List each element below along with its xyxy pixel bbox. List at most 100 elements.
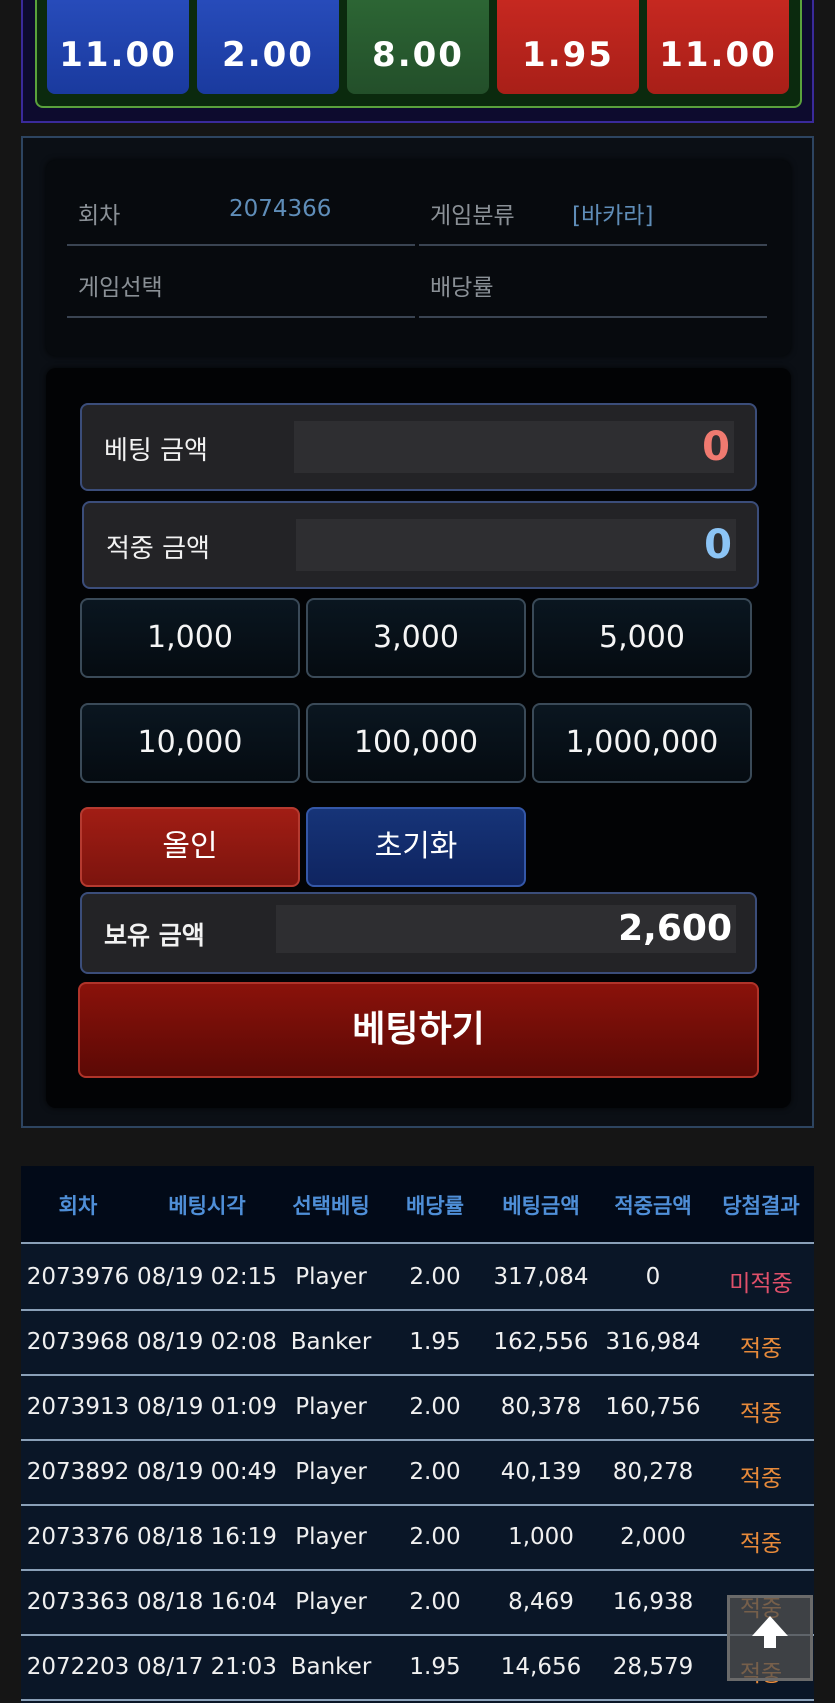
round-label: 회차	[78, 203, 121, 229]
category-value: [바카라]	[572, 203, 654, 229]
cell-rate: 2.00	[409, 1394, 461, 1420]
cell-win-amount: 80,278	[612, 1459, 694, 1485]
chip-button-1000[interactable]: 1,000	[80, 598, 300, 678]
odds-button-banker-pair[interactable]: 11.00	[647, 0, 789, 94]
bet-form: 베팅 금액 0 적중 금액 0 1,000 3,000 5,000 10,000…	[46, 368, 791, 1108]
cell-result: 적중	[739, 1466, 783, 1492]
cell-selection: Banker	[290, 1329, 372, 1355]
cell-bet-time: 08/17 21:03	[137, 1654, 277, 1680]
bet-amount-label: 베팅 금액	[104, 436, 208, 466]
cell-result: 미적중	[729, 1271, 793, 1297]
cell-selection: Banker	[290, 1654, 372, 1680]
round-cell: 회차 2074366	[67, 174, 415, 246]
selection-cell: 게임선택	[67, 246, 415, 318]
arrow-up-icon	[752, 1616, 788, 1648]
reset-button[interactable]: 초기화	[306, 807, 526, 887]
cell-win-amount: 16,938	[612, 1589, 694, 1615]
cell-bet-time: 08/19 02:15	[137, 1264, 277, 1290]
cell-bet-time: 08/18 16:19	[137, 1524, 277, 1550]
odds-button-tie[interactable]: 8.00	[347, 0, 489, 94]
cell-bet-amount: 317,084	[493, 1264, 589, 1290]
cell-rate: 1.95	[409, 1329, 461, 1355]
header-selection: 선택베팅	[292, 1194, 370, 1218]
cell-bet-time: 08/18 16:04	[137, 1589, 277, 1615]
bet-history-table: 회차 베팅시각 선택베팅 배당률 베팅금액 적중금액 당첨결과 2073976 0…	[21, 1166, 814, 1703]
cell-bet-amount: 80,378	[500, 1394, 582, 1420]
table-row: 2073913 08/19 01:09 Player 2.00 80,378 160,75…	[21, 1376, 814, 1441]
cell-round: 2073913	[26, 1394, 130, 1420]
rate-cell: 배당률	[419, 246, 767, 318]
cell-bet-amount: 40,139	[500, 1459, 582, 1485]
cell-rate: 1.95	[409, 1654, 461, 1680]
win-amount-label: 적중 금액	[106, 534, 210, 564]
table-row: 2073376 08/18 16:19 Player 2.00 1,000 2,000 적중	[21, 1506, 814, 1571]
all-in-button[interactable]: 올인	[80, 807, 300, 887]
chip-button-1000000[interactable]: 1,000,000	[532, 703, 752, 783]
chip-button-100000[interactable]: 100,000	[306, 703, 526, 783]
category-cell: 게임분류 [바카라]	[419, 174, 767, 246]
table-row: 2073976 08/19 02:15 Player 2.00 317,084 0 미적중	[21, 1246, 814, 1311]
cell-win-amount: 28,579	[612, 1654, 694, 1680]
cell-bet-amount: 8,469	[508, 1589, 574, 1615]
balance-field: 2,600	[276, 905, 736, 953]
odds-value: 8.00	[372, 35, 464, 75]
chip-button-10000[interactable]: 10,000	[80, 703, 300, 783]
balance-label: 보유 금액	[104, 921, 205, 950]
header-bet-time: 베팅시각	[168, 1194, 246, 1218]
cell-result: 적중	[739, 1531, 783, 1557]
cell-rate: 2.00	[409, 1459, 461, 1485]
rate-label: 배당률	[430, 275, 494, 301]
cell-selection: Player	[295, 1524, 367, 1550]
win-amount-field: 0	[296, 519, 736, 571]
odds-value: 2.00	[222, 35, 314, 75]
round-value: 2074366	[229, 196, 332, 222]
chip-button-5000[interactable]: 5,000	[532, 598, 752, 678]
cell-selection: Player	[295, 1459, 367, 1485]
cell-round: 2073976	[26, 1264, 130, 1290]
cell-rate: 2.00	[409, 1524, 461, 1550]
cell-selection: Player	[295, 1264, 367, 1290]
header-rate: 배당률	[406, 1194, 464, 1218]
scroll-top-button[interactable]	[727, 1595, 813, 1681]
win-amount-row: 적중 금액 0	[82, 501, 759, 589]
bet-panel: 회차 2074366 게임분류 [바카라] 게임선택 배당률 베팅 금액 0 적…	[21, 136, 814, 1128]
odds-board: 11.00 2.00 8.00 1.95 11.00	[35, 0, 802, 108]
cell-selection: Player	[295, 1394, 367, 1420]
cell-bet-amount: 1,000	[508, 1524, 574, 1550]
odds-value: 1.95	[522, 35, 614, 75]
odds-button-banker[interactable]: 1.95	[497, 0, 639, 94]
cell-bet-time: 08/19 00:49	[137, 1459, 277, 1485]
cell-round: 2072203	[26, 1654, 130, 1680]
category-label: 게임분류	[430, 203, 515, 229]
cell-rate: 2.00	[409, 1589, 461, 1615]
bet-amount-row: 베팅 금액 0	[80, 403, 757, 491]
cell-bet-amount: 14,656	[500, 1654, 582, 1680]
odds-value: 11.00	[59, 35, 177, 75]
chip-button-3000[interactable]: 3,000	[306, 598, 526, 678]
odds-value: 11.00	[659, 35, 777, 75]
cell-win-amount: 316,984	[605, 1329, 701, 1355]
table-header: 회차 베팅시각 선택베팅 배당률 베팅금액 적중금액 당첨결과	[21, 1166, 814, 1244]
cell-bet-time: 08/19 01:09	[137, 1394, 277, 1420]
cell-round: 2073892	[26, 1459, 130, 1485]
odds-button-player[interactable]: 2.00	[197, 0, 339, 94]
table-row: 2073968 08/19 02:08 Banker 1.95 162,556 316,9…	[21, 1311, 814, 1376]
cell-win-amount: 2,000	[620, 1524, 686, 1550]
cell-bet-time: 08/19 02:08	[137, 1329, 277, 1355]
balance-row: 보유 금액 2,600	[80, 892, 757, 974]
selection-label: 게임선택	[78, 275, 163, 301]
header-result: 당첨결과	[722, 1194, 800, 1218]
cell-selection: Player	[295, 1589, 367, 1615]
odds-strip: 11.00 2.00 8.00 1.95 11.00	[21, 0, 814, 123]
bet-amount-field[interactable]: 0	[294, 421, 734, 473]
game-info-box: 회차 2074366 게임분류 [바카라] 게임선택 배당률	[46, 160, 791, 356]
header-win-amount: 적중금액	[614, 1194, 692, 1218]
cell-round: 2073363	[26, 1589, 130, 1615]
table-row: 207336308/18 16:04Player2.008,46916,938적…	[21, 1571, 814, 1636]
cell-win-amount: 160,756	[605, 1394, 701, 1420]
table-row: 2073892 08/19 00:49 Player 2.00 40,139 80,278…	[21, 1441, 814, 1506]
cell-round: 2073968	[26, 1329, 130, 1355]
odds-button-player-pair[interactable]: 11.00	[47, 0, 189, 94]
place-bet-button[interactable]: 베팅하기	[78, 982, 759, 1078]
cell-win-amount: 0	[645, 1264, 661, 1290]
